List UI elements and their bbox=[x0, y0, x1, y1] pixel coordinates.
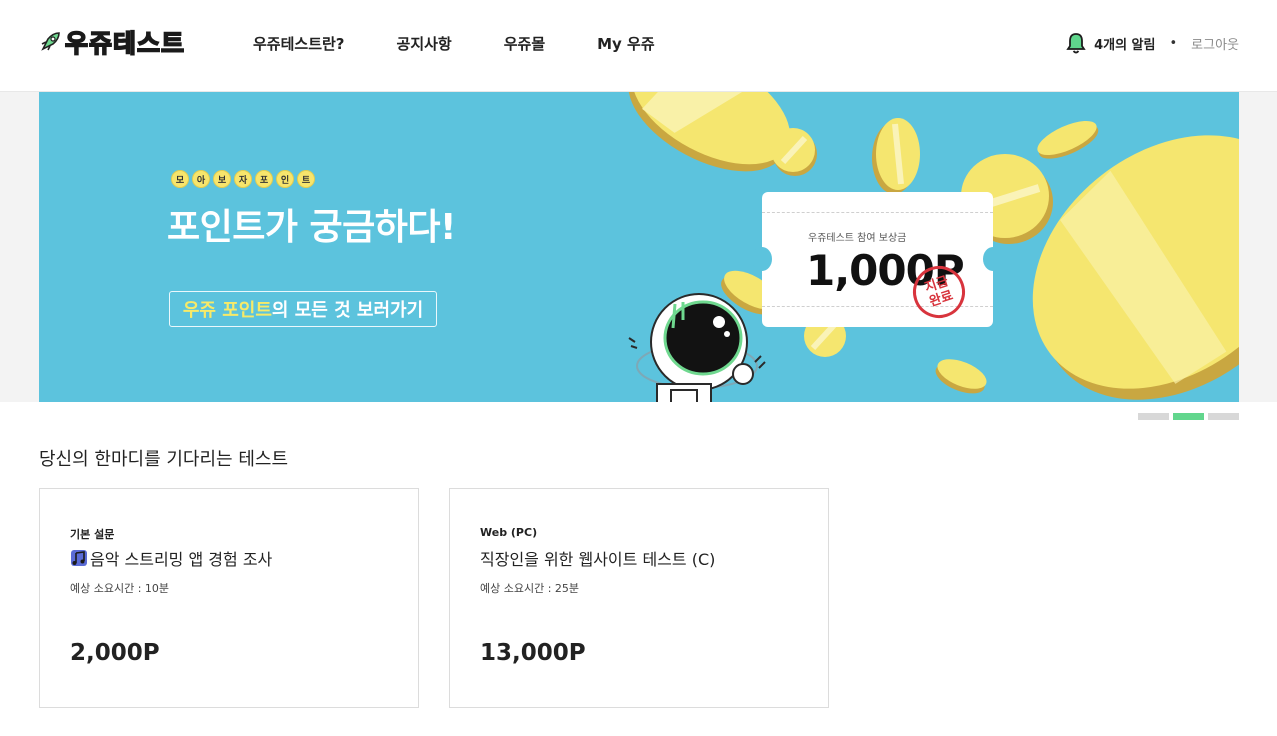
test-card[interactable]: 기본 설문 음악 스트리밍 앱 경험 조사 예상 소요시간 : 10분 2,00… bbox=[39, 488, 419, 708]
rocket-logo-icon bbox=[41, 32, 60, 51]
header: 우쥬테스트 우쥬테스트란? 공지사항 우쥬몰 My 우쥬 4개의 알림 • 로그… bbox=[0, 0, 1277, 92]
separator-dot: • bbox=[1169, 35, 1178, 51]
banner-title: 포인트가 궁금하다! bbox=[167, 207, 456, 248]
banner-dots: 모 아 보 자 포 인 트 bbox=[171, 170, 318, 188]
card-reward: 2,000P bbox=[70, 640, 160, 666]
banner-cta-rest: 의 모든 것 보러가기 bbox=[271, 300, 424, 321]
banner-cta-button[interactable]: 우쥬 포인트 의 모든 것 보러가기 bbox=[169, 291, 437, 327]
banner-cta-highlight: 우쥬 포인트 bbox=[182, 300, 272, 321]
pager-bar-3[interactable] bbox=[1208, 413, 1239, 420]
banner-dot: 포 bbox=[255, 170, 273, 188]
card-category: 기본 설문 bbox=[70, 528, 115, 541]
card-reward: 13,000P bbox=[480, 640, 586, 666]
card-title-row: 직장인을 위한 웹사이트 테스트 (C) bbox=[480, 546, 715, 570]
banner-dot: 트 bbox=[297, 170, 315, 188]
promo-banner[interactable]: 모 아 보 자 포 인 트 포인트가 궁금하다! 우쥬 포인트 의 모든 것 보러… bbox=[39, 92, 1239, 402]
card-duration: 예상 소요시간 : 25분 bbox=[480, 582, 580, 595]
banner-dot: 모 bbox=[171, 170, 189, 188]
pager-bar-1[interactable] bbox=[1138, 413, 1169, 420]
user-menu: 4개의 알림 • 로그아웃 bbox=[1066, 32, 1239, 54]
astronaut-illustration bbox=[628, 293, 766, 402]
card-duration: 예상 소요시간 : 10분 bbox=[70, 582, 170, 595]
nav-item-about[interactable]: 우쥬테스트란? bbox=[253, 33, 345, 54]
nav-item-my[interactable]: My 우쥬 bbox=[597, 33, 655, 54]
alarm-link[interactable]: 4개의 알림 bbox=[1094, 34, 1155, 53]
logo-text: 우쥬테스트 bbox=[64, 28, 186, 59]
banner-dot: 자 bbox=[234, 170, 252, 188]
main-nav: 우쥬테스트란? 공지사항 우쥬몰 My 우쥬 bbox=[253, 33, 707, 54]
nav-item-notice[interactable]: 공지사항 bbox=[397, 33, 452, 54]
logo[interactable]: 우쥬테스트 bbox=[39, 26, 186, 59]
reward-ticket: 우쥬테스트 참여 보상금 1,000P 지급 완료 bbox=[752, 192, 1003, 327]
logout-link[interactable]: 로그아웃 bbox=[1191, 34, 1239, 53]
pager-bar-2[interactable] bbox=[1173, 413, 1204, 420]
card-title: 음악 스트리밍 앱 경험 조사 bbox=[90, 550, 273, 569]
test-card[interactable]: Web (PC) 직장인을 위한 웹사이트 테스트 (C) 예상 소요시간 : … bbox=[449, 488, 829, 708]
card-title-row: 음악 스트리밍 앱 경험 조사 bbox=[70, 546, 272, 570]
card-category: Web (PC) bbox=[480, 526, 538, 539]
card-title: 직장인을 위한 웹사이트 테스트 (C) bbox=[480, 550, 716, 569]
music-note-icon bbox=[71, 550, 87, 566]
bell-icon[interactable] bbox=[1066, 32, 1086, 54]
ticket-dashed-line bbox=[762, 212, 993, 213]
ticket-label: 우쥬테스트 참여 보상금 bbox=[808, 233, 907, 244]
banner-dot: 보 bbox=[213, 170, 231, 188]
nav-item-mall[interactable]: 우쥬몰 bbox=[504, 33, 545, 54]
banner-pager bbox=[1138, 413, 1243, 420]
banner-dot: 아 bbox=[192, 170, 210, 188]
section-title: 당신의 한마디를 기다리는 테스트 bbox=[39, 449, 289, 470]
banner-dot: 인 bbox=[276, 170, 294, 188]
